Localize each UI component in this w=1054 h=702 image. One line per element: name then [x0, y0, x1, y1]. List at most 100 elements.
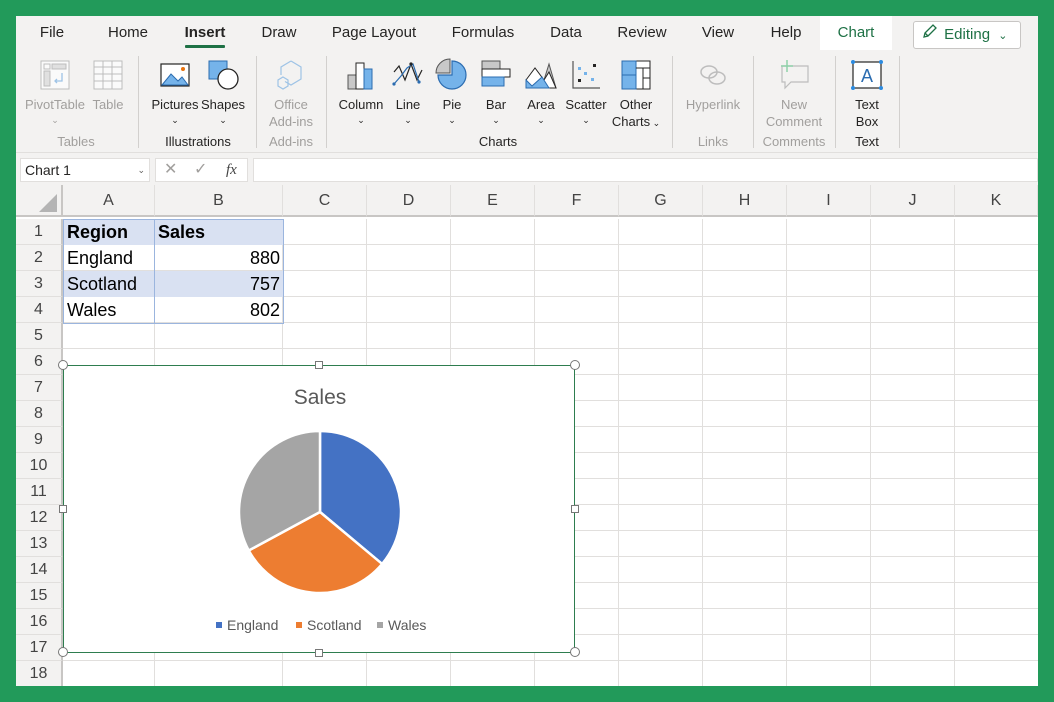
insert-function-icon[interactable]: fx: [226, 159, 237, 181]
row-header-4[interactable]: 4: [16, 297, 63, 323]
pictures-button[interactable]: Pictures ⌄: [150, 58, 200, 127]
row-header-10[interactable]: 10: [16, 453, 63, 479]
resize-handle-left[interactable]: [59, 505, 67, 513]
tab-home[interactable]: Home: [100, 16, 156, 50]
formula-input[interactable]: [253, 158, 1038, 182]
column-gridline: [954, 219, 955, 686]
row-header-15[interactable]: 15: [16, 583, 63, 609]
line-chart-icon: [392, 62, 423, 86]
row-gridline: [63, 348, 1038, 349]
legend-swatch-wales: [377, 622, 383, 628]
column-chart-button[interactable]: Column ⌄: [334, 58, 388, 127]
tab-review[interactable]: Review: [610, 16, 674, 50]
cancel-icon[interactable]: ✕: [164, 159, 177, 181]
table-icon: [93, 60, 123, 90]
line-chart-button[interactable]: Line ⌄: [390, 58, 426, 127]
select-all-button[interactable]: [16, 185, 63, 217]
tab-insert[interactable]: Insert: [176, 16, 234, 50]
name-box[interactable]: Chart 1 ⌄: [20, 158, 150, 182]
column-gridline: [618, 219, 619, 686]
table-button[interactable]: Table: [88, 58, 128, 113]
column-header-A[interactable]: A: [63, 185, 155, 217]
column-header-I[interactable]: I: [787, 185, 871, 217]
column-header-G[interactable]: G: [619, 185, 703, 217]
text-box-label-1: Text: [855, 97, 879, 112]
link-icon: [700, 65, 726, 85]
hyperlink-label: Hyperlink: [685, 97, 741, 112]
column-header-J[interactable]: J: [871, 185, 955, 217]
row-header-2[interactable]: 2: [16, 245, 63, 271]
row-header-7[interactable]: 7: [16, 375, 63, 401]
chevron-down-icon: ⌄: [219, 115, 227, 125]
resize-handle-top-left[interactable]: [58, 360, 68, 370]
row-header-6[interactable]: 6: [16, 349, 63, 375]
row-header-13[interactable]: 13: [16, 531, 63, 557]
tab-help[interactable]: Help: [762, 16, 810, 50]
row-header-18[interactable]: 18: [16, 661, 63, 686]
chevron-down-icon[interactable]: ⌄: [137, 159, 145, 181]
scatter-chart-button[interactable]: Scatter ⌄: [564, 58, 608, 127]
row-header-12[interactable]: 12: [16, 505, 63, 531]
resize-handle-top[interactable]: [315, 361, 323, 369]
column-header-D[interactable]: D: [367, 185, 451, 217]
resize-handle-bottom-right[interactable]: [570, 647, 580, 657]
resize-handle-right[interactable]: [571, 505, 579, 513]
row-header-1[interactable]: 1: [16, 219, 63, 245]
resize-handle-top-right[interactable]: [570, 360, 580, 370]
text-box-button[interactable]: A Text Box: [842, 58, 892, 130]
pie-chart[interactable]: Sales England Scotland Wales: [63, 365, 575, 653]
row-header-16[interactable]: 16: [16, 609, 63, 635]
legend-swatch-scotland: [296, 622, 302, 628]
column-header-F[interactable]: F: [535, 185, 619, 217]
row-header-5[interactable]: 5: [16, 323, 63, 349]
chevron-down-icon: ⌄: [582, 115, 590, 125]
chevron-down-icon: ⌄: [404, 115, 412, 125]
row-header-14[interactable]: 14: [16, 557, 63, 583]
row-header-17[interactable]: 17: [16, 635, 63, 661]
office-addins-button[interactable]: Office Add-ins: [264, 58, 318, 130]
editing-mode-button[interactable]: Editing ⌄: [913, 21, 1021, 49]
ribbon-insert: PivotTable ⌄ Table Tables Pictures ⌄ Sha…: [16, 50, 1038, 152]
bar-chart-button[interactable]: Bar ⌄: [478, 58, 514, 127]
office-addins-label-1: Office: [274, 97, 308, 112]
area-chart-button[interactable]: Area ⌄: [522, 58, 560, 127]
row-header-8[interactable]: 8: [16, 401, 63, 427]
new-comment-button[interactable]: New Comment: [760, 58, 828, 130]
column-label: Column: [338, 97, 384, 112]
row-header-11[interactable]: 11: [16, 479, 63, 505]
spreadsheet-grid: ABCDEFGHIJK 1 2 3 4 5 6 7 8 9 10 11 12 13 14 15 16 17 18 …: [16, 185, 1038, 686]
chevron-down-icon: ⌄: [998, 30, 1008, 42]
group-tables-label: Tables: [57, 134, 95, 149]
enter-icon[interactable]: ✓: [194, 159, 207, 181]
row-header-9[interactable]: 9: [16, 427, 63, 453]
group-separator: [899, 56, 900, 148]
other-charts-button[interactable]: Other Charts ⌄: [610, 58, 662, 132]
column-header-E[interactable]: E: [451, 185, 535, 217]
addins-icon: [277, 60, 302, 90]
tab-draw[interactable]: Draw: [254, 16, 304, 50]
tab-page-layout[interactable]: Page Layout: [324, 16, 424, 50]
tab-chart[interactable]: Chart: [820, 16, 892, 50]
formula-buttons: ✕ ✓ fx: [155, 158, 248, 182]
pivottable-button[interactable]: PivotTable ⌄: [24, 58, 86, 127]
tab-view[interactable]: View: [694, 16, 742, 50]
resize-handle-bottom-left[interactable]: [58, 647, 68, 657]
resize-handle-bottom[interactable]: [315, 649, 323, 657]
tab-formulas[interactable]: Formulas: [444, 16, 522, 50]
column-header-K[interactable]: K: [955, 185, 1038, 217]
name-box-value: Chart 1: [25, 162, 71, 178]
shapes-button[interactable]: Shapes ⌄: [200, 58, 246, 127]
column-header-C[interactable]: C: [283, 185, 367, 217]
tab-file[interactable]: File: [30, 16, 74, 50]
row-gridline: [63, 660, 1038, 661]
bar-chart-icon: [481, 60, 511, 87]
column-header-B[interactable]: B: [155, 185, 283, 217]
pie-chart-button[interactable]: Pie ⌄: [434, 58, 470, 127]
hyperlink-button[interactable]: Hyperlink: [682, 58, 744, 113]
row-header-3[interactable]: 3: [16, 271, 63, 297]
chart-title: Sales: [294, 386, 347, 409]
new-comment-label-1: New: [780, 97, 807, 112]
svg-text:A: A: [861, 66, 873, 86]
column-header-H[interactable]: H: [703, 185, 787, 217]
tab-data[interactable]: Data: [542, 16, 590, 50]
